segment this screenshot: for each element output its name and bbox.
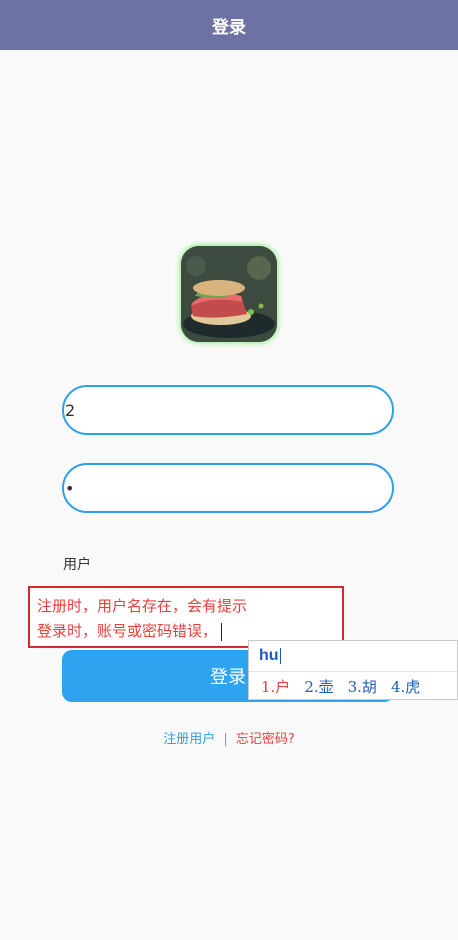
password-value: • (65, 478, 75, 498)
login-page: 登录 2 • 用户 注册时，用户名存在，会有提示 登录时，账号或密码错误， 登录… (0, 0, 458, 940)
username-label: 用户 (63, 557, 91, 573)
link-separator: | (223, 732, 228, 747)
ime-composition: hu (249, 641, 457, 672)
ime-candidate-window: hu 1.户 2.壶 3.胡 4.虎 (248, 640, 458, 700)
note-line-1: 注册时，用户名存在，会有提示 (37, 597, 248, 615)
ime-input-text: hu (259, 647, 279, 664)
sandwich-image (181, 246, 277, 342)
password-input[interactable]: • (62, 463, 394, 513)
avatar (181, 246, 277, 342)
note-line-2-text: 登录时，账号或密码错误， (37, 622, 218, 640)
ime-candidate[interactable]: 2.壶 (304, 676, 333, 697)
forgot-password-link[interactable]: 忘记密码? (236, 732, 295, 747)
ime-candidate-list: 1.户 2.壶 3.胡 4.虎 (249, 672, 457, 700)
page-header: 登录 (0, 0, 458, 50)
ime-cursor (279, 648, 281, 664)
footer-links: 注册用户 | 忘记密码? (0, 728, 458, 747)
username-input[interactable]: 2 (62, 385, 394, 435)
register-link[interactable]: 注册用户 (163, 732, 215, 747)
text-caret (221, 622, 223, 641)
username-value: 2 (65, 400, 76, 420)
ime-candidate[interactable]: 1.户 (261, 676, 290, 697)
annotation-note[interactable]: 注册时，用户名存在，会有提示 登录时，账号或密码错误， (28, 586, 344, 648)
ime-candidate[interactable]: 4.虎 (391, 676, 420, 697)
ime-candidate[interactable]: 3.胡 (348, 676, 377, 697)
page-title: 登录 (212, 17, 246, 38)
